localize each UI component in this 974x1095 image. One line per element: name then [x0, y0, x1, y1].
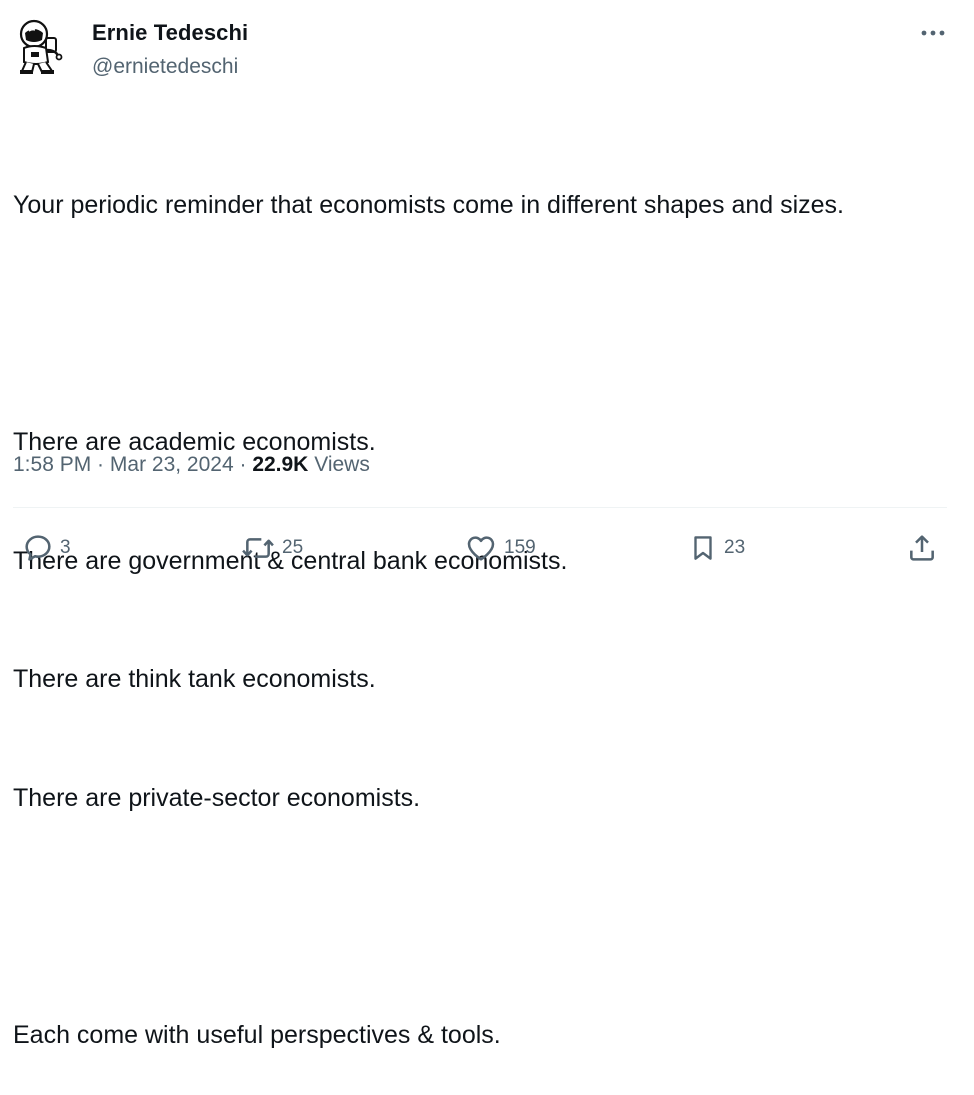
tweet-line: Each come with useful perspectives & too… — [13, 1020, 501, 1049]
tweet-text: Your periodic reminder that economists c… — [13, 107, 963, 1095]
bookmark-count: 23 — [724, 537, 746, 558]
tweet-line: There are think tank economists. — [13, 665, 376, 693]
astronaut-avatar-icon — [19, 19, 63, 74]
tweet-time[interactable]: 1:58 PM — [13, 453, 91, 476]
bookmark-button[interactable]: 23 — [688, 530, 745, 566]
tweet-meta: 1:58 PM · Mar 23, 2024 · 22.9K Views — [13, 452, 370, 478]
author-display-name[interactable]: Ernie Tedeschi — [92, 20, 248, 46]
heart-icon — [467, 536, 495, 561]
retweet-icon — [242, 538, 274, 558]
share-icon — [910, 535, 934, 561]
tweet-line: Your periodic reminder that economists c… — [13, 191, 845, 219]
share-button[interactable] — [906, 530, 938, 566]
divider — [13, 507, 947, 508]
more-options-button[interactable] — [914, 20, 952, 46]
meta-separator: · — [233, 453, 253, 476]
more-dots-icon — [921, 30, 945, 36]
tweet-date[interactable]: Mar 23, 2024 — [110, 453, 234, 476]
retweet-count: 25 — [282, 537, 304, 558]
tweet-line: There are private-sector economists. — [13, 783, 421, 812]
meta-separator: · — [91, 453, 110, 476]
like-count: 159 — [504, 537, 536, 558]
views-count: 22.9K — [252, 453, 309, 476]
like-button[interactable]: 159 — [464, 530, 536, 566]
views-label: Views — [314, 453, 370, 476]
author-handle[interactable]: @ernietedeschi — [92, 54, 238, 80]
retweet-button[interactable]: 25 — [240, 530, 303, 566]
bookmark-icon — [694, 536, 712, 560]
reply-count: 3 — [60, 537, 71, 558]
reply-icon — [25, 535, 51, 561]
reply-button[interactable]: 3 — [22, 530, 71, 566]
avatar[interactable] — [12, 16, 68, 78]
